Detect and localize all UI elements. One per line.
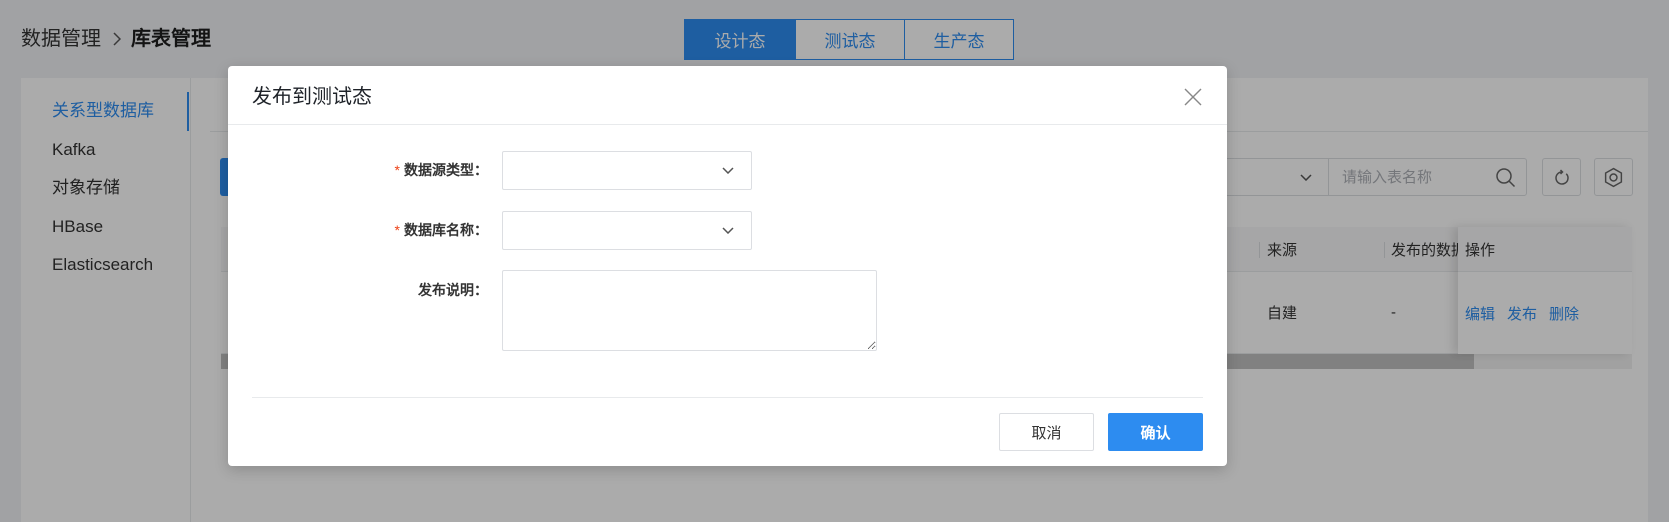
- chevron-down-icon: [722, 167, 734, 174]
- required-mark: *: [394, 222, 400, 238]
- chevron-down-icon: [722, 227, 734, 234]
- dialog-title: 发布到测试态: [252, 86, 372, 108]
- database-name-select[interactable]: [502, 211, 752, 250]
- field-label-text: 发布说明：: [418, 282, 488, 298]
- confirm-button[interactable]: 确认: [1108, 413, 1203, 451]
- field-label-description: 发布说明：: [228, 270, 488, 310]
- field-label-datasource-type: * 数据源类型：: [228, 151, 488, 190]
- close-icon[interactable]: [1183, 87, 1203, 107]
- footer-divider: [252, 397, 1203, 398]
- field-label-text: 数据库名称：: [404, 222, 488, 238]
- description-textarea[interactable]: [502, 270, 877, 351]
- datasource-type-select[interactable]: [502, 151, 752, 190]
- required-mark: *: [394, 162, 400, 178]
- field-label-text: 数据源类型：: [404, 162, 488, 178]
- cancel-button[interactable]: 取消: [999, 413, 1094, 451]
- field-label-database-name: * 数据库名称：: [228, 211, 488, 250]
- publish-dialog: 发布到测试态 * 数据源类型： * 数据库名称： 发布说明： 取消 确认: [228, 66, 1227, 466]
- dialog-header: 发布到测试态: [228, 66, 1227, 125]
